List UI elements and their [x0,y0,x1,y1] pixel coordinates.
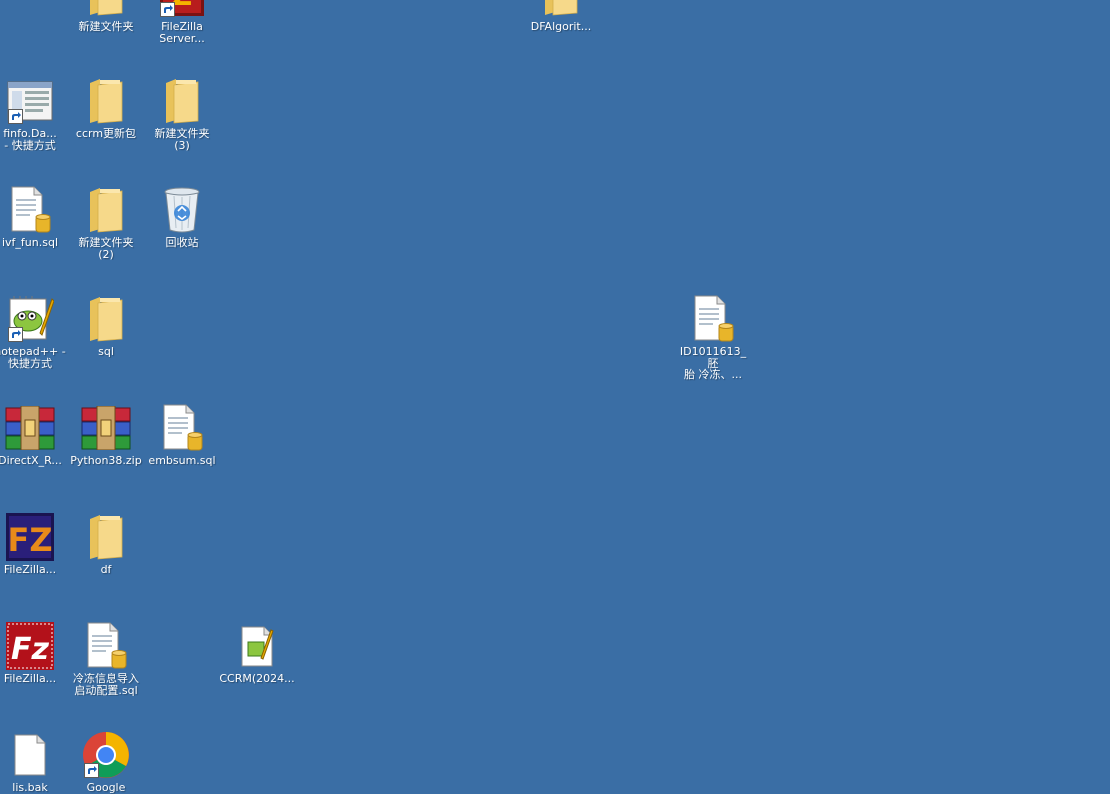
desktop-icon-label: FileZilla... [3,564,57,576]
desktop-icon-label: CCRM(2024... [219,673,295,685]
desktop-icon-label: embsum.sql [148,455,216,467]
desktop-icon-label: FileZilla... [3,673,57,685]
desktop-icon-label: 冷冻信息导入 启动配置.sql [73,673,139,696]
sql-file-icon [5,185,55,235]
sql-file-icon [688,294,738,344]
desktop-icon-directx[interactable]: DirectX_R... [0,403,68,467]
desktop-icon-recycle-bin[interactable]: 回收站 [144,185,220,249]
desktop-icon-folder-new-2[interactable]: 新建文件夹 (2) [68,185,144,260]
desktop-icon-label: DFAlgorit... [530,21,592,33]
desktop-icon-label: df [100,564,112,576]
shortcut-arrow-icon [8,109,23,124]
desktop-icon-filezilla-server[interactable]: Z FileZilla Server... [144,0,220,44]
desktop-icon-google[interactable]: Google [68,730,144,794]
desktop-icon-label: Google [86,782,126,794]
svg-text:FZ: FZ [7,521,52,559]
folder-icon [157,76,207,126]
desktop-icon-lis-bak[interactable]: lis.bak [0,730,68,794]
desktop-icon-embsum-sql[interactable]: embsum.sql [144,403,220,467]
desktop-icon-dfalgorit[interactable]: DFAlgorit... [523,0,599,33]
desktop-icon-folder-new-3[interactable]: 新建文件夹 (3) [144,76,220,151]
desktop-icon-label: 新建文件夹 (3) [154,128,210,151]
desktop-icon-finfo[interactable]: finfo.Da... - 快捷方式 [0,76,68,151]
desktop: 新建文件夹 Z FileZilla Server... DFAlgorit...… [0,0,1110,793]
desktop-icon-label: 新建文件夹 [78,21,134,33]
folder-icon [536,0,586,19]
shortcut-arrow-icon [160,2,175,17]
sql-file-icon [81,621,131,671]
desktop-icon-df-folder[interactable]: df [68,512,144,576]
recycle-bin-icon [157,185,207,235]
filezilla-server-icon: Z [157,0,207,19]
desktop-icon-ccrm-update[interactable]: ccrm更新包 [68,76,144,140]
desktop-icon-label: DirectX_R... [0,455,62,467]
filezilla-client-icon: Fz [5,621,55,671]
blank-file-icon [5,730,55,780]
desktop-icon-label: 回收站 [165,237,199,249]
folder-icon [81,294,131,344]
desktop-icon-filezilla-1[interactable]: FZ FileZilla... [0,512,68,576]
desktop-icon-label: FileZilla Server... [159,21,205,44]
folder-icon [81,512,131,562]
desktop-icon-label: notepad++ - 快捷方式 [0,346,66,369]
shortcut-arrow-icon [84,763,99,778]
notepad-file-icon [232,621,282,671]
desktop-icon-ivf-fun-sql[interactable]: ivf_fun.sql [0,185,68,249]
notepadpp-icon [5,294,55,344]
desktop-icon-folder-new-1[interactable]: 新建文件夹 [68,0,144,33]
winrar-icon [81,403,131,453]
desktop-icon-id1011613[interactable]: ID1011613_胚 胎 冷冻、... [675,294,751,381]
desktop-icon-label: ID1011613_胚 胎 冷冻、... [679,346,747,381]
window-app-icon [5,76,55,126]
desktop-icon-ccrm-2024[interactable]: CCRM(2024... [219,621,295,685]
winrar-icon [5,403,55,453]
desktop-icon-label: lis.bak [12,782,48,794]
svg-text:Fz: Fz [11,632,49,667]
desktop-icon-freeze-import[interactable]: 冷冻信息导入 启动配置.sql [68,621,144,696]
desktop-icon-sql-folder[interactable]: sql [68,294,144,358]
chrome-icon [81,730,131,780]
folder-icon [81,0,131,19]
desktop-icon-label: ivf_fun.sql [1,237,59,249]
desktop-icon-label: sql [98,346,114,358]
desktop-icon-label: ccrm更新包 [75,128,137,140]
folder-icon [81,185,131,235]
desktop-icon-label: finfo.Da... - 快捷方式 [3,128,57,151]
folder-icon [81,76,131,126]
filezilla-server-icon: FZ [5,512,55,562]
desktop-icon-notepadpp[interactable]: notepad++ - 快捷方式 [0,294,68,369]
shortcut-arrow-icon [8,327,23,342]
desktop-icon-filezilla-2[interactable]: Fz FileZilla... [0,621,68,685]
desktop-icon-label: 新建文件夹 (2) [78,237,134,260]
sql-file-icon [157,403,207,453]
desktop-icon-python38[interactable]: Python38.zip [68,403,144,467]
desktop-icon-label: Python38.zip [70,455,142,467]
